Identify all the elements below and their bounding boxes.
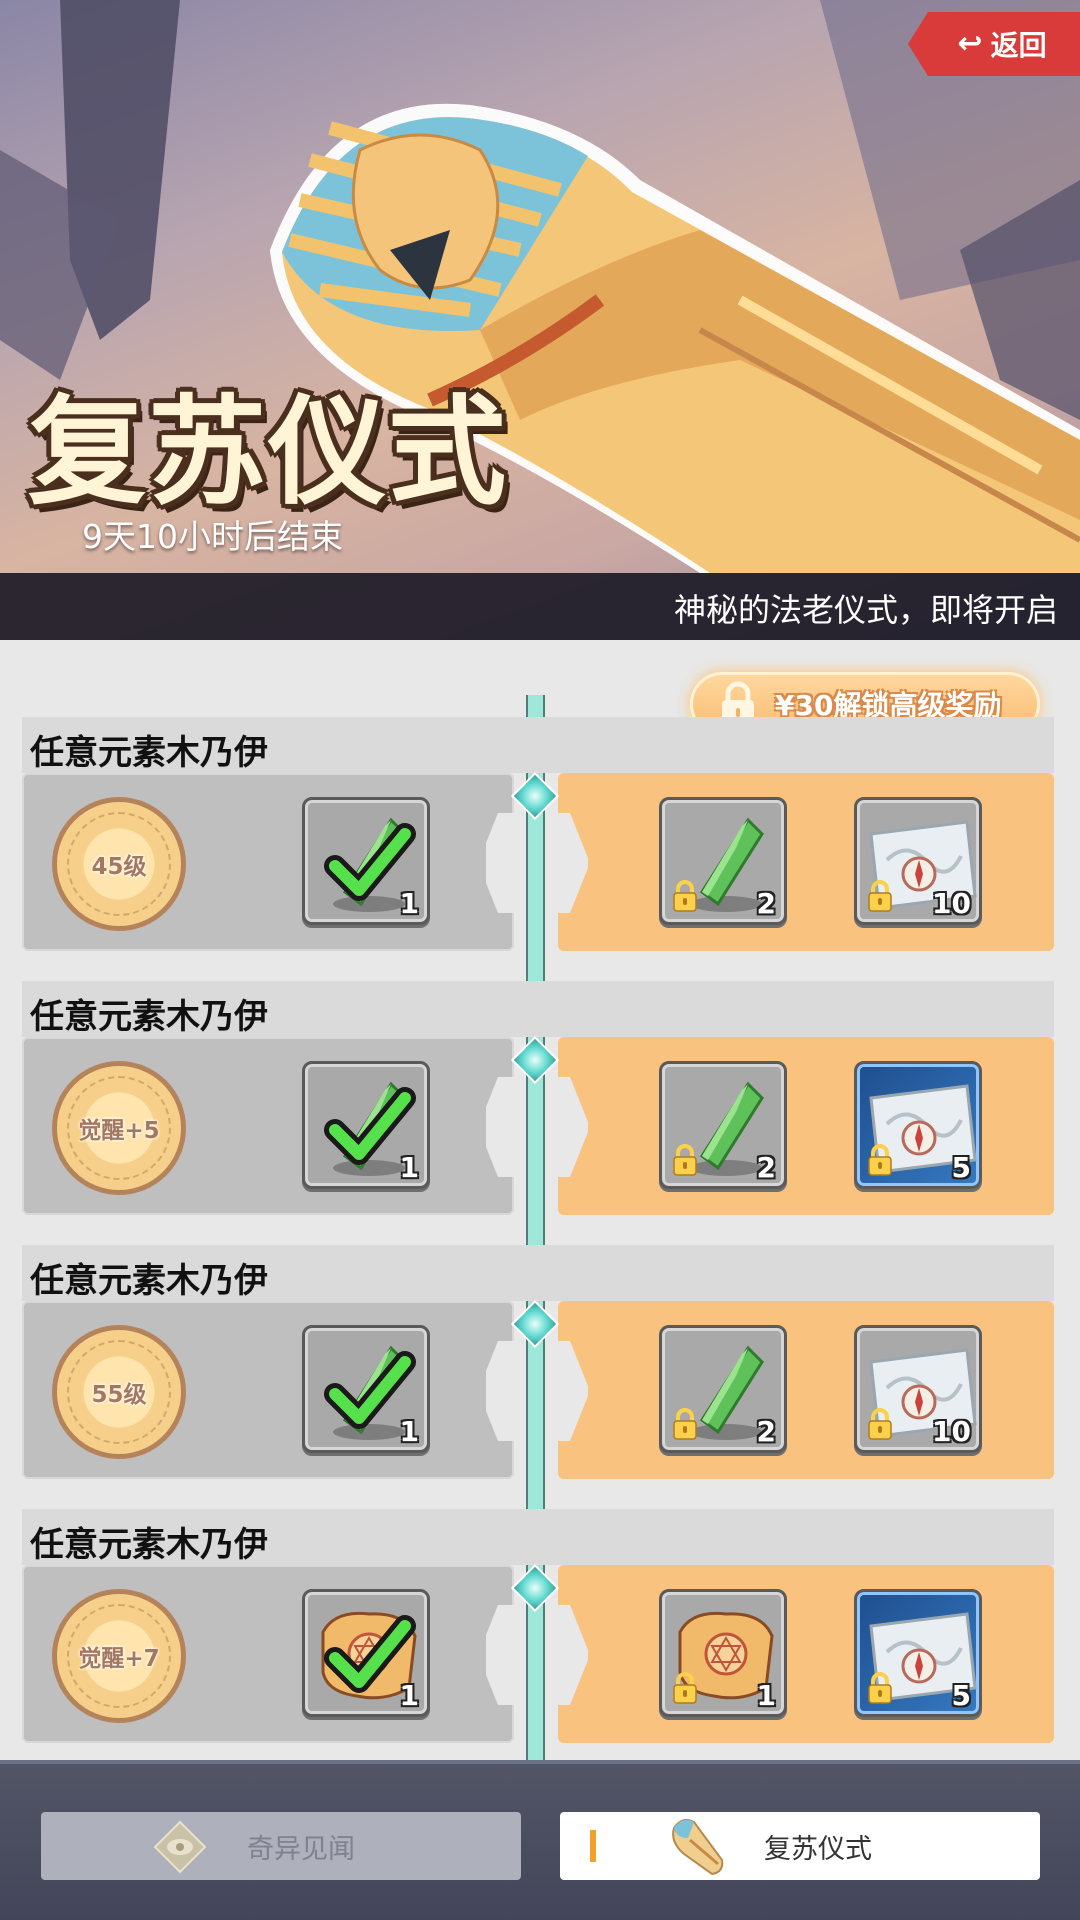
premium-reward-item[interactable]: 10 bbox=[854, 1325, 982, 1453]
free-reward-item[interactable]: 1 bbox=[302, 1061, 430, 1189]
reward-quantity: 5 bbox=[951, 1679, 971, 1712]
track-node-diamond bbox=[510, 1563, 560, 1613]
reward-row: 任意元素木乃伊觉醒+5 1 2 5 bbox=[0, 981, 1080, 1245]
premium-reward-item[interactable]: 5 bbox=[854, 1589, 982, 1717]
reward-quantity: 10 bbox=[932, 887, 971, 920]
level-requirement: 55级 bbox=[91, 1382, 147, 1408]
tab-strange-tales[interactable]: 奇异见闻 bbox=[41, 1812, 521, 1880]
reward-track-list[interactable]: ¥30解锁高级奖励 任意元素木乃伊 45级 1 2 10 任意元素木乃伊 觉醒+5 1 2 5 任意… bbox=[0, 640, 1080, 1760]
lock-icon bbox=[673, 1144, 697, 1176]
level-badge: 觉醒+5 bbox=[52, 1061, 186, 1195]
premium-reward-item[interactable]: 2 bbox=[659, 797, 787, 925]
lock-icon bbox=[673, 1408, 697, 1440]
reward-quantity: 10 bbox=[932, 1415, 971, 1448]
premium-reward-item[interactable]: 5 bbox=[854, 1061, 982, 1189]
premium-reward-item[interactable]: 10 bbox=[854, 797, 982, 925]
reward-row: 任意元素木乃伊觉醒+7 1 1 5 bbox=[0, 1509, 1080, 1760]
eye-diamond-icon bbox=[153, 1820, 207, 1874]
free-reward-item[interactable]: 1 bbox=[302, 1325, 430, 1453]
screen: ↩ 返回 复苏仪式 9天10小时后结束 神秘的法老仪式，即将开启 ¥30解锁高级… bbox=[0, 0, 1080, 1920]
reward-quantity: 2 bbox=[756, 1151, 776, 1184]
lock-icon bbox=[673, 880, 697, 912]
tab-revival-ritual[interactable]: 复苏仪式 bbox=[560, 1812, 1040, 1880]
row-title: 任意元素木乃伊 bbox=[30, 1525, 268, 1565]
back-button[interactable]: ↩ 返回 bbox=[908, 12, 1080, 76]
track-node-diamond bbox=[510, 1035, 560, 1085]
return-arrow-icon: ↩ bbox=[957, 26, 983, 61]
level-requirement: 觉醒+5 bbox=[78, 1118, 160, 1144]
lock-icon bbox=[868, 880, 892, 912]
level-requirement: 觉醒+7 bbox=[78, 1646, 160, 1672]
level-requirement: 45级 bbox=[91, 854, 147, 880]
reward-quantity: 1 bbox=[399, 1415, 419, 1448]
free-reward-item[interactable]: 1 bbox=[302, 797, 430, 925]
reward-quantity: 5 bbox=[951, 1151, 971, 1184]
lock-icon bbox=[868, 1408, 892, 1440]
reward-quantity: 1 bbox=[399, 1679, 419, 1712]
back-label: 返回 bbox=[990, 29, 1047, 62]
premium-reward-item[interactable]: 2 bbox=[659, 1061, 787, 1189]
panel-notch bbox=[486, 1341, 526, 1441]
reward-row: 任意元素木乃伊 45级 1 2 10 bbox=[0, 717, 1080, 981]
bottom-tab-bar: 奇异见闻 复苏仪式 bbox=[0, 1760, 1080, 1920]
free-reward-item[interactable]: 1 bbox=[302, 1589, 430, 1717]
tab-strange-tales-label: 奇异见闻 bbox=[247, 1833, 355, 1865]
premium-reward-item[interactable]: 1 bbox=[659, 1589, 787, 1717]
event-title: 复苏仪式 bbox=[28, 383, 509, 521]
premium-reward-item[interactable]: 2 bbox=[659, 1325, 787, 1453]
row-title: 任意元素木乃伊 bbox=[30, 997, 268, 1037]
lock-icon bbox=[673, 1672, 697, 1704]
row-title: 任意元素木乃伊 bbox=[30, 733, 268, 773]
event-countdown: 9天10小时后结束 bbox=[82, 517, 343, 556]
reward-row: 任意元素木乃伊 55级 1 2 10 bbox=[0, 1245, 1080, 1509]
level-badge: 觉醒+7 bbox=[52, 1589, 186, 1723]
reward-quantity: 2 bbox=[756, 887, 776, 920]
event-banner: ↩ 返回 复苏仪式 9天10小时后结束 神秘的法老仪式，即将开启 bbox=[0, 0, 1080, 640]
track-node-diamond bbox=[510, 771, 560, 821]
panel-notch bbox=[486, 813, 526, 913]
sarcophagus-icon bbox=[672, 1819, 724, 1876]
level-badge: 45级 bbox=[52, 797, 186, 931]
lock-icon bbox=[868, 1672, 892, 1704]
reward-quantity: 1 bbox=[399, 887, 419, 920]
reward-quantity: 1 bbox=[399, 1151, 419, 1184]
active-tab-marker bbox=[590, 1830, 596, 1862]
reward-quantity: 2 bbox=[756, 1415, 776, 1448]
track-node-diamond bbox=[510, 1299, 560, 1349]
tab-revival-ritual-label: 复苏仪式 bbox=[764, 1833, 872, 1865]
lock-icon bbox=[868, 1144, 892, 1176]
row-title: 任意元素木乃伊 bbox=[30, 1261, 268, 1301]
level-badge: 55级 bbox=[52, 1325, 186, 1459]
event-description: 神秘的法老仪式，即将开启 bbox=[673, 591, 1058, 629]
reward-quantity: 1 bbox=[756, 1679, 776, 1712]
panel-notch bbox=[486, 1605, 526, 1705]
panel-notch bbox=[486, 1077, 526, 1177]
